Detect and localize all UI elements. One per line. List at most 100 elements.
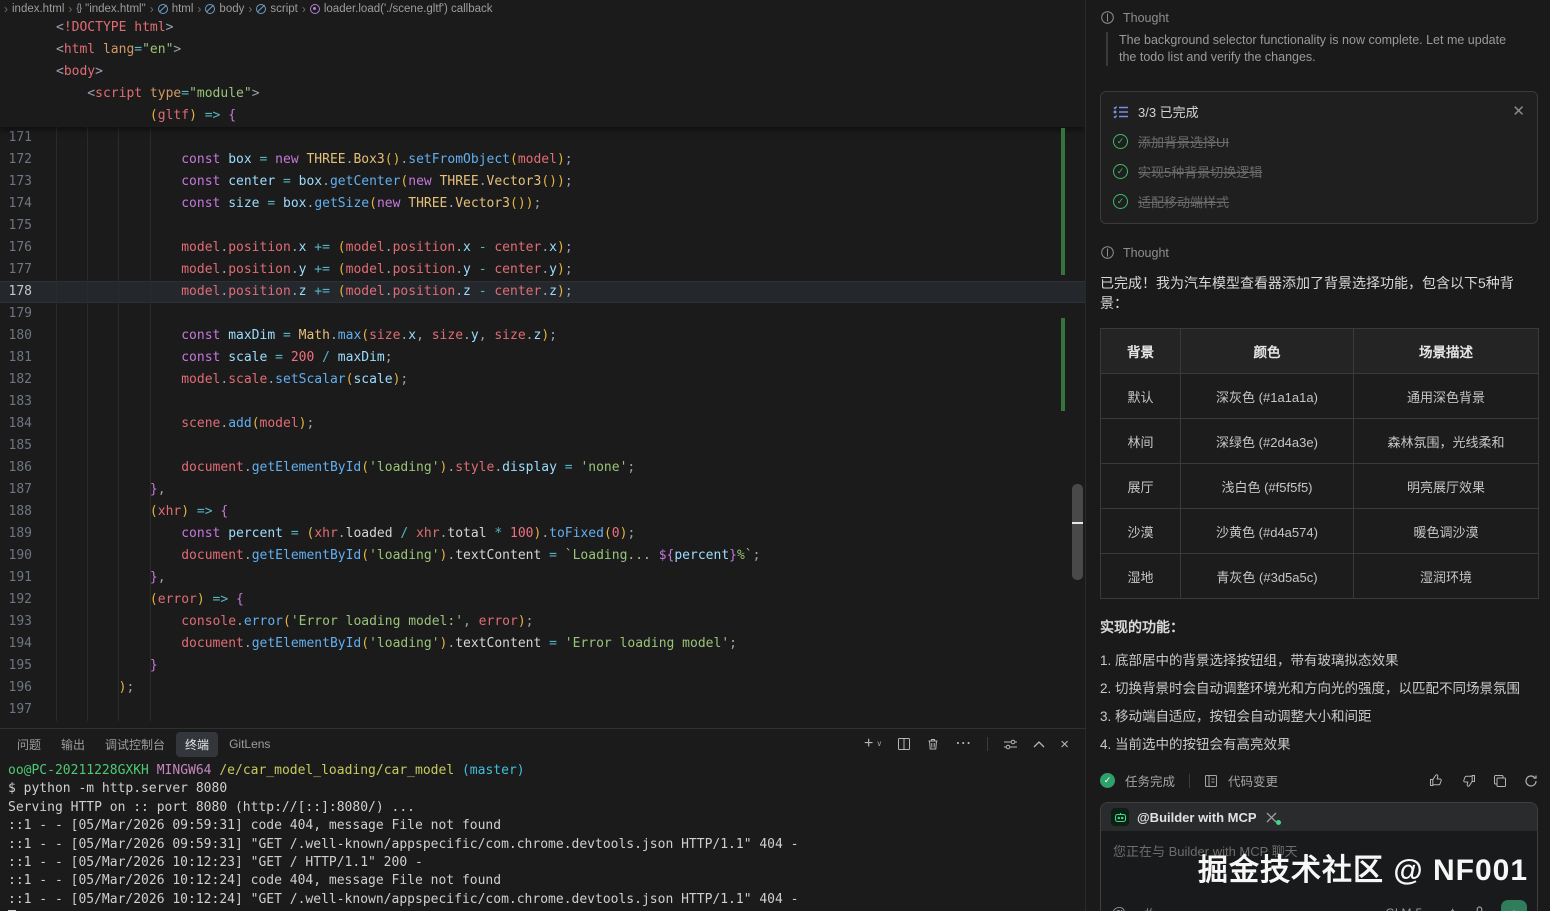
features-list: 1. 底部居中的背景选择按钮组，带有玻璃拟态效果2. 切换背景时会自动调整环境光… xyxy=(1100,647,1538,759)
table-cell: 深绿色 (#2d4a3e) xyxy=(1181,419,1354,464)
line-number: 178 xyxy=(0,281,32,303)
terminal-line: ::1 - - [05/Mar/2026 10:12:24] "GET /.we… xyxy=(8,891,1085,909)
thumbs-down-icon[interactable] xyxy=(1461,773,1476,788)
maximize-panel-icon[interactable] xyxy=(1033,740,1045,748)
chat-agent-bar[interactable]: @Builder with MCP xyxy=(1101,803,1537,831)
todo-item: ✓适配移动端样式 xyxy=(1113,192,1525,211)
line-number: 193 xyxy=(0,611,32,633)
breadcrumb-item[interactable]: index.html xyxy=(12,3,64,15)
line-number: 172 xyxy=(0,149,32,171)
copy-icon[interactable] xyxy=(1493,773,1507,788)
terminal-line: ::1 - - [05/Mar/2026 10:12:24] code 404,… xyxy=(8,872,1085,890)
line-number: 190 xyxy=(0,545,32,567)
terminal-line: ::1 - - [05/Mar/2026 09:59:31] "GET /.we… xyxy=(8,836,1085,854)
panel-tabs: 问题输出调试控制台终端GitLens xyxy=(8,732,279,757)
code-lines: 171172 const box = new THREE.Box3().setF… xyxy=(0,127,1085,721)
thumbs-up-icon[interactable] xyxy=(1429,773,1444,788)
line-number: 188 xyxy=(0,501,32,523)
breadcrumb-item[interactable]: body xyxy=(205,3,244,15)
panel-tab-3[interactable]: 调试控制台 xyxy=(96,732,174,757)
breadcrumb-label: body xyxy=(219,3,244,15)
sticky-line: <script type="module"> xyxy=(0,83,1085,105)
panel-tab-4[interactable]: 终端 xyxy=(176,732,218,757)
split-terminal-icon[interactable] xyxy=(897,737,911,751)
more-actions-icon[interactable]: ⋯ xyxy=(955,736,972,752)
terminal-line: $ python -m http.server 8080 xyxy=(8,780,1085,798)
mention-icon[interactable]: @ xyxy=(1111,905,1126,911)
todo-item-label: 实现5种背景切换逻辑 xyxy=(1138,162,1262,181)
code-line: 175 xyxy=(0,215,1085,237)
microphone-icon[interactable] xyxy=(1473,906,1486,911)
editor-scrollbar[interactable] xyxy=(1072,484,1083,580)
table-cell: 森林氛围，光线柔和 xyxy=(1354,419,1539,464)
indent-guide xyxy=(150,127,151,721)
chevron-right-icon: › xyxy=(196,2,202,16)
breadcrumb-item[interactable]: script xyxy=(256,3,297,15)
breadcrumb-item[interactable]: {}"index.html" xyxy=(76,3,145,15)
code-line: 193 console.error('Error loading model:'… xyxy=(0,611,1085,633)
watermark: 掘金技术社区 @ NF001 xyxy=(1198,845,1528,889)
line-number: 185 xyxy=(0,435,32,457)
panel-tab-5[interactable]: GitLens xyxy=(220,733,279,755)
breadcrumb-item[interactable]: html xyxy=(158,3,194,15)
new-terminal-button[interactable]: +∨ xyxy=(864,736,882,752)
code-line: 188 (xhr) => { xyxy=(0,501,1085,523)
send-arrow-icon: ↑ xyxy=(1511,905,1518,911)
editor-column: › index.html›{}"index.html"›html›body›sc… xyxy=(0,0,1086,911)
breadcrumb-label: html xyxy=(172,3,194,15)
background-table: 背景颜色场景描述 默认深灰色 (#1a1a1a)通用深色背景林间深绿色 (#2d… xyxy=(1100,328,1539,599)
line-number: 187 xyxy=(0,479,32,501)
todo-item: ✓添加背景选择UI xyxy=(1113,132,1525,151)
status-divider xyxy=(1189,774,1190,788)
refresh-icon[interactable] xyxy=(1524,773,1538,788)
model-selector[interactable]: GLM-5 ∨ xyxy=(1386,906,1433,911)
terminal-toolbar: +∨ ⋯ × xyxy=(864,736,1069,752)
breadcrumb-label: loader.load('./scene.gltf') callback xyxy=(324,3,493,15)
todo-item: ✓实现5种背景切换逻辑 xyxy=(1113,162,1525,181)
code-line: 171 xyxy=(0,127,1085,149)
thought-header-2: Thought xyxy=(1100,245,1538,260)
code-line: 194 document.getElementById('loading').t… xyxy=(0,633,1085,655)
code-line: 191 }, xyxy=(0,567,1085,589)
hash-icon[interactable]: # xyxy=(1144,905,1152,911)
send-button[interactable]: ↑ xyxy=(1501,900,1527,911)
code-line: 176 model.position.x += (model.position.… xyxy=(0,237,1085,259)
sticky-scroll: <!DOCTYPE html><html lang="en"><body> <s… xyxy=(0,17,1085,127)
check-circle-icon: ✓ xyxy=(1113,134,1128,149)
table-row: 默认深灰色 (#1a1a1a)通用深色背景 xyxy=(1101,374,1539,419)
code-editor[interactable]: <!DOCTYPE html><html lang="en"><body> <s… xyxy=(0,17,1085,728)
code-line: 196 ); xyxy=(0,677,1085,699)
chevron-right-icon: › xyxy=(301,2,307,16)
kill-terminal-trash-icon[interactable] xyxy=(926,737,940,751)
table-row: 林间深绿色 (#2d4a3e)森林氛围，光线柔和 xyxy=(1101,419,1539,464)
terminal-line: Serving HTTP on :: port 8080 (http://[::… xyxy=(8,799,1085,817)
close-panel-icon[interactable]: × xyxy=(1060,737,1069,752)
code-line: 174 const size = box.getSize(new THREE.V… xyxy=(0,193,1085,215)
git-added-marker xyxy=(1061,318,1065,411)
code-line: 195 } xyxy=(0,655,1085,677)
breadcrumb-item[interactable]: loader.load('./scene.gltf') callback xyxy=(310,3,493,15)
filter-output-icon[interactable] xyxy=(1003,738,1018,751)
line-number: 184 xyxy=(0,413,32,435)
chevron-right-icon: › xyxy=(67,2,73,16)
line-number: 174 xyxy=(0,193,32,215)
sparkle-icon[interactable]: ✦ xyxy=(1447,905,1458,911)
line-number: 186 xyxy=(0,457,32,479)
terminal-output[interactable]: oo@PC-20211228GXKH MINGW64 /e/car_model_… xyxy=(0,759,1085,911)
table-cell: 默认 xyxy=(1101,374,1181,419)
callback-icon xyxy=(310,4,320,14)
panel-tab-2[interactable]: 输出 xyxy=(52,732,94,757)
tag-icon xyxy=(205,4,215,14)
panel-tab-1[interactable]: 问题 xyxy=(8,732,50,757)
close-icon[interactable]: ✕ xyxy=(1512,104,1525,119)
chat-toolbar: @ # GLM-5 ∨ ✦ ↑ xyxy=(1101,900,1537,911)
line-number: 181 xyxy=(0,347,32,369)
line-number: 194 xyxy=(0,633,32,655)
breadcrumb-label: "index.html" xyxy=(85,3,146,15)
code-changes-label[interactable]: 代码变更 xyxy=(1228,771,1278,790)
line-number: 192 xyxy=(0,589,32,611)
sticky-line: <body> xyxy=(0,61,1085,83)
table-cell: 沙漠 xyxy=(1101,509,1181,554)
line-number: 177 xyxy=(0,259,32,281)
code-line: 187 }, xyxy=(0,479,1085,501)
